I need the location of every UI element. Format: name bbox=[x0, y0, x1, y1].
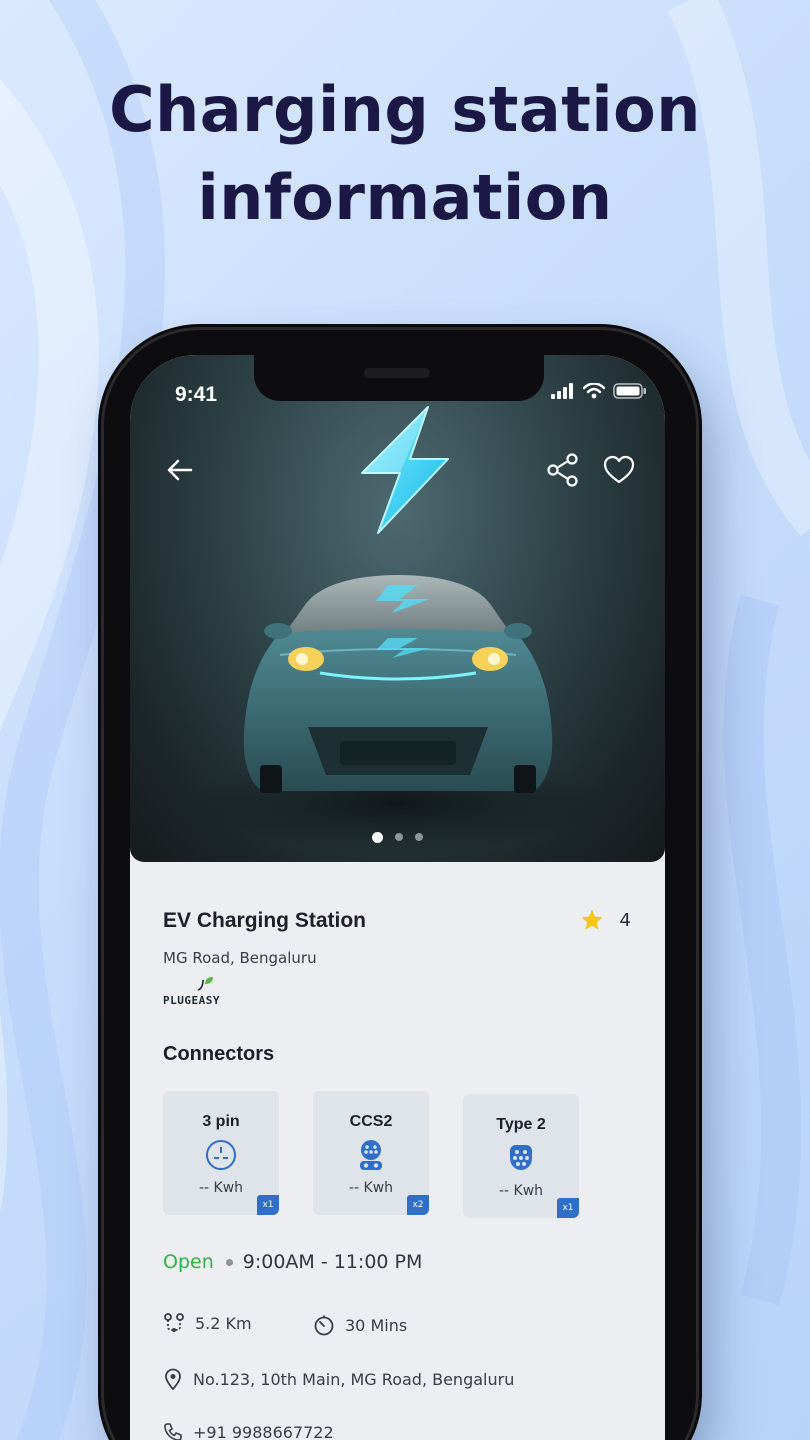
connector-power: -- Kwh bbox=[198, 1180, 244, 1196]
back-arrow-icon bbox=[167, 459, 193, 481]
distance-row: 5.2 Km bbox=[163, 1312, 252, 1334]
star-icon bbox=[580, 909, 603, 930]
hours-separator-dot bbox=[225, 1258, 233, 1266]
car-image bbox=[188, 406, 608, 851]
distance-value: 5.2 Km bbox=[195, 1313, 252, 1333]
station-details: EV Charging Station 4 MG Road, Bengaluru… bbox=[130, 862, 665, 1440]
page-headline: Charging station information bbox=[0, 66, 810, 242]
heart-icon bbox=[603, 455, 635, 484]
station-area: MG Road, Bengaluru bbox=[163, 949, 317, 967]
favorite-button[interactable] bbox=[602, 453, 636, 487]
connector-count-badge: x1 bbox=[257, 1195, 279, 1215]
speaker-grille bbox=[364, 368, 430, 378]
carousel-indicator bbox=[130, 832, 665, 843]
connectors-title: Connectors bbox=[163, 1043, 275, 1065]
wifi-icon bbox=[583, 383, 605, 399]
connector-card-3pin[interactable]: 3 pin -- Kwh x1 bbox=[163, 1091, 279, 1215]
battery-icon bbox=[613, 383, 646, 399]
3-pin-socket-icon bbox=[206, 1140, 236, 1170]
route-icon bbox=[164, 1313, 184, 1332]
ccs2-socket-icon bbox=[360, 1140, 382, 1170]
connector-count-badge: x2 bbox=[407, 1195, 429, 1215]
address-value: No.123, 10th Main, MG Road, Bengaluru bbox=[193, 1369, 515, 1389]
connector-name: Type 2 bbox=[496, 1116, 546, 1133]
connector-name: 3 pin bbox=[202, 1113, 240, 1130]
rating-value: 4 bbox=[619, 909, 631, 931]
back-button[interactable] bbox=[162, 453, 196, 487]
operator-brand: PLUGEASY bbox=[163, 994, 220, 1007]
type2-socket-icon bbox=[510, 1145, 532, 1170]
share-button[interactable] bbox=[546, 453, 580, 487]
carousel-dot-2[interactable] bbox=[395, 833, 403, 841]
duration-value: 30 Mins bbox=[345, 1315, 408, 1335]
lightning-bolt-graphic bbox=[361, 406, 449, 534]
duration-row: 30 Mins bbox=[313, 1314, 407, 1336]
phone-value: +91 9988667722 bbox=[193, 1422, 334, 1440]
connector-power: -- Kwh bbox=[348, 1180, 394, 1196]
connector-card-type2[interactable]: Type 2 -- Kwh x1 bbox=[463, 1094, 579, 1218]
headline-line-2: information bbox=[197, 161, 613, 234]
phone-icon bbox=[164, 1423, 182, 1440]
open-status: Open bbox=[163, 1251, 214, 1273]
plug-leaf-icon bbox=[197, 977, 213, 991]
camera-notch bbox=[254, 355, 544, 401]
status-icons bbox=[551, 383, 647, 399]
carousel-dot-1[interactable] bbox=[372, 832, 383, 843]
address-row[interactable]: No.123, 10th Main, MG Road, Bengaluru bbox=[163, 1368, 514, 1390]
station-image-carousel[interactable]: 9:41 bbox=[130, 355, 665, 862]
connector-power: -- Kwh bbox=[498, 1183, 544, 1199]
operator-logo: PLUGEASY bbox=[163, 976, 243, 1010]
opening-hours: Open 9:00AM - 11:00 PM bbox=[163, 1251, 422, 1273]
location-pin-icon bbox=[165, 1368, 181, 1390]
connector-card-ccs2[interactable]: CCS2 -- Kwh x2 bbox=[313, 1091, 429, 1215]
phone-row[interactable]: +91 9988667722 bbox=[163, 1422, 334, 1440]
headline-line-1: Charging station bbox=[109, 73, 701, 146]
hours-range: 9:00AM - 11:00 PM bbox=[242, 1251, 423, 1273]
station-rating: 4 bbox=[580, 908, 631, 932]
share-icon bbox=[547, 453, 578, 487]
carousel-dot-3[interactable] bbox=[415, 833, 423, 841]
signal-icon bbox=[551, 383, 573, 399]
connector-count-badge: x1 bbox=[557, 1198, 579, 1218]
status-time: 9:41 bbox=[175, 383, 218, 406]
connector-name: CCS2 bbox=[349, 1113, 393, 1130]
phone-screen: 9:41 EV Charging Station 4 MG Road, Beng… bbox=[130, 355, 665, 1440]
timer-icon bbox=[314, 1315, 334, 1336]
station-name: EV Charging Station bbox=[163, 909, 367, 932]
